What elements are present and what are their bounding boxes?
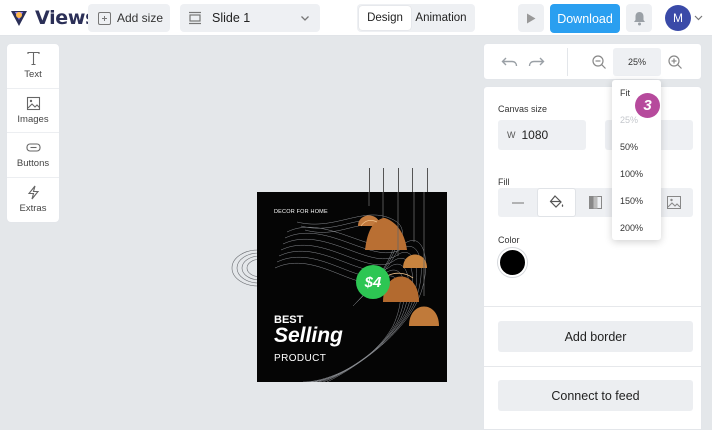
tool-text-label: Text [24, 69, 42, 81]
tool-buttons-label: Buttons [16, 158, 50, 170]
tab-design[interactable]: Design [359, 6, 411, 30]
color-swatch[interactable] [498, 248, 527, 277]
lamp-cord [412, 168, 413, 192]
lamp-shades [358, 192, 439, 326]
tool-buttons[interactable]: Buttons [7, 133, 59, 178]
left-toolbar: Text Images Buttons Extras [6, 43, 60, 223]
plus-square-icon [98, 11, 111, 25]
tool-text[interactable]: Text [7, 44, 59, 89]
slide-icon [189, 11, 201, 25]
zoom-option-25: 25% [620, 115, 639, 125]
zoom-option-150[interactable]: 150% [620, 196, 643, 206]
add-border-button[interactable]: Add border [498, 321, 693, 352]
account-chevron-down-icon[interactable] [694, 13, 703, 22]
bell-icon [633, 11, 645, 25]
fill-solid-option[interactable] [537, 188, 576, 217]
color-label: Color [498, 235, 520, 245]
zoom-out-icon[interactable] [591, 54, 607, 70]
user-avatar[interactable]: M [665, 5, 691, 31]
divider [484, 306, 701, 307]
divider [567, 48, 568, 76]
zoom-option-100[interactable]: 100% [620, 169, 643, 179]
download-button[interactable]: Download [550, 4, 620, 33]
image-icon [666, 196, 681, 209]
lightning-icon [27, 185, 39, 200]
design-canvas[interactable]: DECOR FOR HOME $4 BEST Selling PRODUCT [257, 192, 447, 382]
play-icon [527, 13, 536, 23]
viewst-logo-icon [11, 11, 27, 26]
tool-images[interactable]: Images [7, 89, 59, 133]
notifications-button[interactable] [626, 4, 652, 32]
properties-panel: Canvas size W 1080 Fill Color Add border… [483, 86, 702, 430]
tool-extras[interactable]: Extras [7, 178, 59, 223]
step-badge: 3 [635, 93, 660, 118]
text-icon [26, 52, 40, 66]
tool-extras-label: Extras [19, 203, 47, 215]
fill-none-option[interactable] [498, 188, 537, 217]
fill-label: Fill [498, 177, 510, 187]
zoom-option-fit[interactable]: Fit [620, 88, 630, 98]
slide-select[interactable]: Slide 1 [180, 4, 320, 32]
width-field[interactable]: W 1080 [498, 120, 586, 150]
minus-icon [511, 201, 524, 204]
fill-type-selector [498, 188, 693, 217]
width-prefix: W [507, 130, 516, 140]
slide-select-value: Slide 1 [212, 11, 251, 25]
zoom-in-icon[interactable] [667, 54, 683, 70]
lamp-cord [369, 168, 370, 192]
price-badge: $4 [356, 265, 390, 299]
button-icon [25, 143, 41, 152]
zoom-select[interactable]: 25% [613, 48, 661, 76]
mode-toggle: Design Animation [357, 4, 475, 32]
image-icon [26, 96, 40, 110]
zoom-option-50[interactable]: 50% [620, 142, 638, 152]
lamp-cord [427, 168, 428, 192]
add-size-label: Add size [117, 11, 164, 25]
headline-selling: Selling [274, 324, 343, 347]
fill-gradient-option[interactable] [576, 188, 615, 217]
chevron-down-icon [301, 16, 309, 21]
lamp-cord [383, 168, 384, 192]
width-value: 1080 [521, 128, 549, 142]
zoom-option-200[interactable]: 200% [620, 223, 643, 233]
undo-icon[interactable] [501, 55, 518, 69]
lamp-cord [398, 168, 399, 192]
tab-animation[interactable]: Animation [411, 6, 471, 30]
play-button[interactable] [518, 4, 544, 32]
tool-images-label: Images [17, 113, 49, 125]
add-size-button[interactable]: Add size [88, 4, 170, 32]
history-zoom-bar: 25% [483, 43, 702, 80]
headline-product: PRODUCT [274, 353, 327, 364]
connect-to-feed-button[interactable]: Connect to feed [498, 380, 693, 411]
paint-bucket-icon [549, 195, 563, 208]
top-bar: Viewst Add size Slide 1 Design Animation… [0, 0, 712, 36]
decor-text: DECOR FOR HOME [274, 209, 328, 215]
divider [484, 366, 701, 367]
gradient-icon [589, 196, 602, 209]
redo-icon[interactable] [528, 55, 545, 69]
canvas-size-label: Canvas size [498, 104, 548, 114]
